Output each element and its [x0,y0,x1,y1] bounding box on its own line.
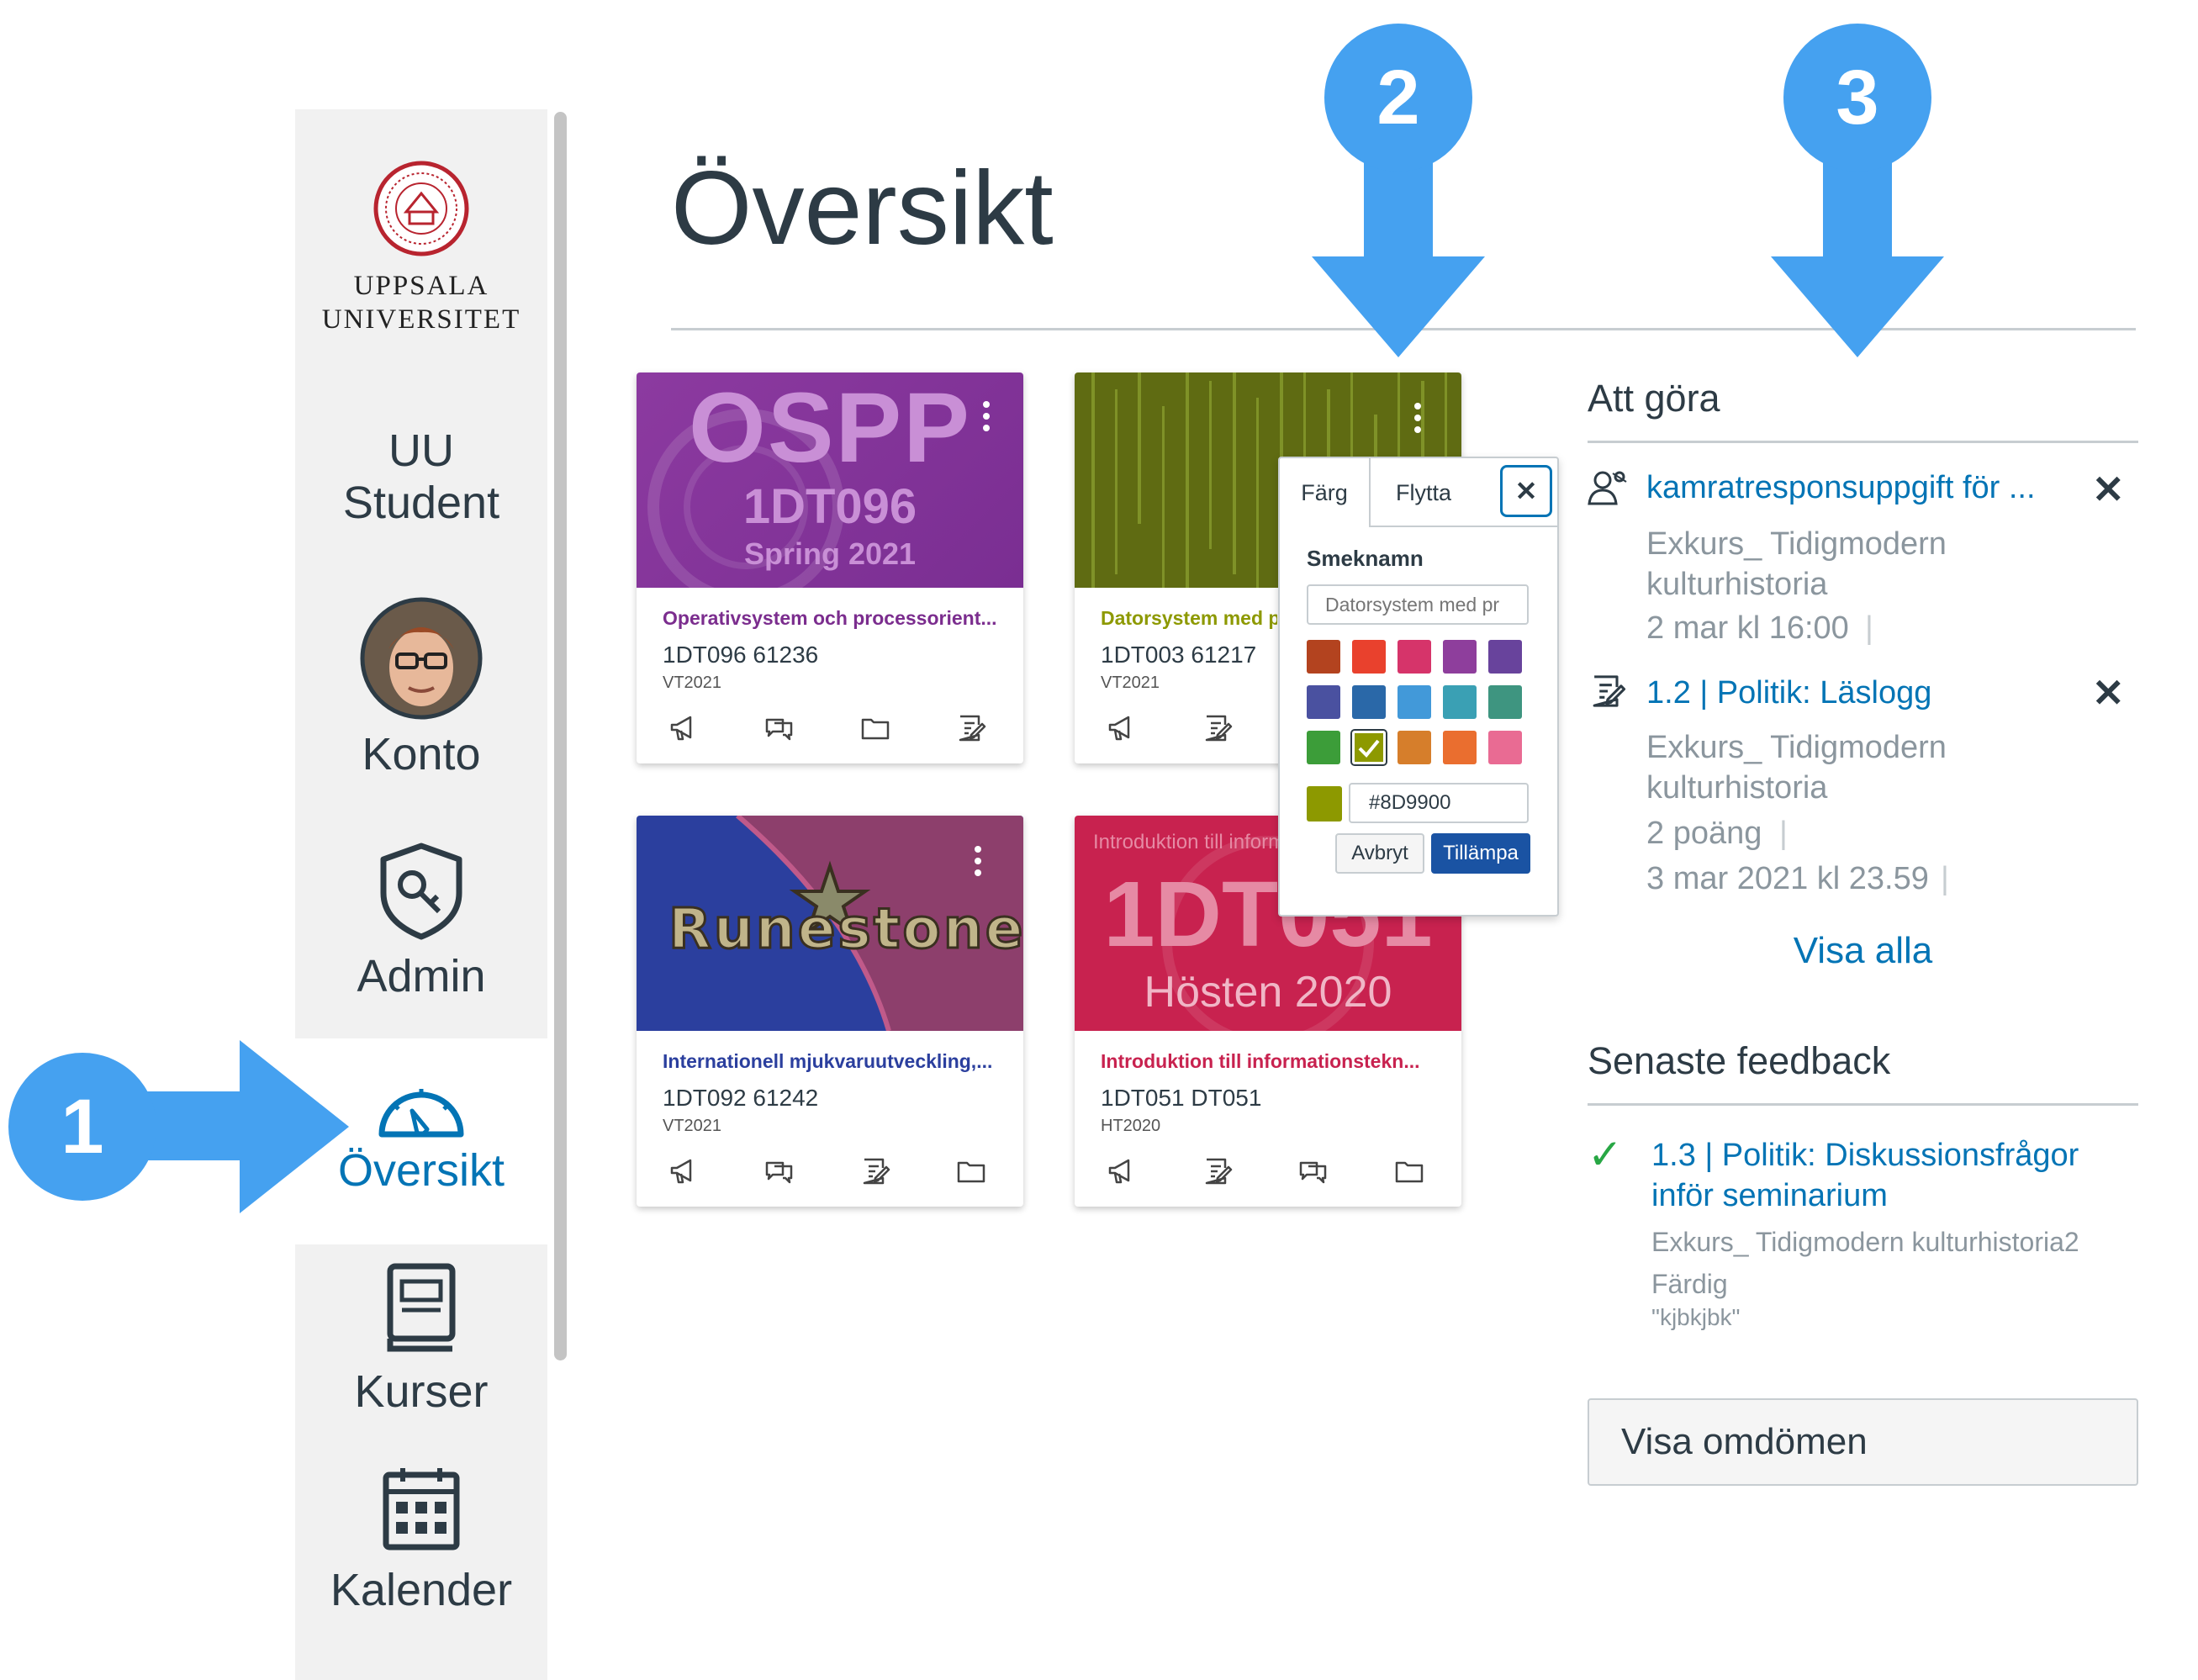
annotation-marker-2: 2 [1324,24,1472,172]
annotation-marker-1: 1 [8,1053,156,1201]
annotation-arrows [126,143,1944,1213]
annotation-marker-3: 3 [1783,24,1931,172]
